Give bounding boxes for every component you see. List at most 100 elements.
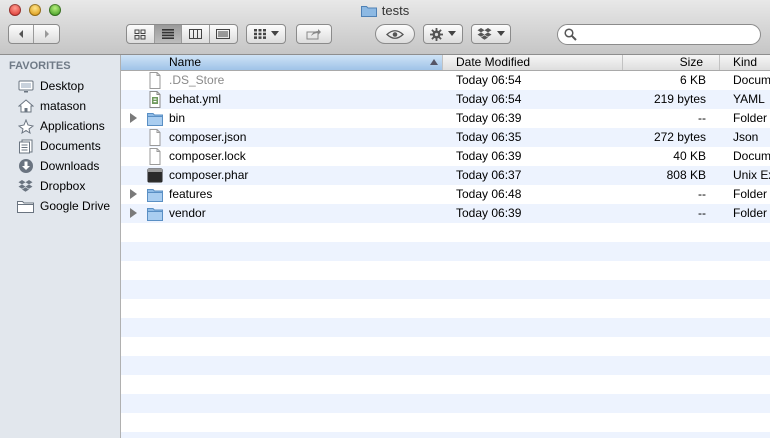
file-size: -- — [698, 187, 706, 201]
document-icon — [149, 148, 161, 165]
chevron-left-icon — [19, 30, 23, 38]
file-row[interactable]: vendor Today 06:39 -- Folder — [121, 204, 770, 223]
folder-icon — [147, 113, 163, 126]
column-header-label: Size — [679, 55, 703, 69]
file-kind: Document — [733, 149, 770, 163]
empty-row — [121, 413, 770, 432]
arrange-grid-icon — [253, 29, 266, 39]
file-kind: Folder — [733, 187, 768, 201]
chevron-down-icon — [270, 31, 279, 36]
empty-row — [121, 223, 770, 242]
disclosure-triangle-icon[interactable] — [130, 208, 137, 218]
file-row[interactable]: bin Today 06:39 -- Folder — [121, 109, 770, 128]
disclosure-triangle-icon[interactable] — [130, 113, 137, 123]
sidebar-item-applications[interactable]: Applications — [17, 116, 120, 136]
file-size: -- — [698, 206, 706, 220]
window-title: tests — [0, 3, 770, 18]
column-header-label: Kind — [733, 55, 758, 69]
sidebar-item-downloads[interactable]: Downloads — [17, 156, 120, 176]
sidebar-heading: FAVORITES — [9, 60, 71, 72]
file-date-modified: Today 06:35 — [456, 130, 522, 144]
file-date-modified: Today 06:39 — [456, 206, 522, 220]
share-button[interactable] — [296, 24, 332, 44]
file-name: behat.yml — [169, 92, 222, 106]
list-view-icon — [161, 29, 174, 39]
column-header-date-modified[interactable]: Date Modified — [443, 55, 623, 70]
sidebar: FAVORITES Desktop matason Applications D… — [0, 55, 121, 438]
file-name: .DS_Store — [169, 73, 225, 87]
sidebar-item-desktop[interactable]: Desktop — [17, 76, 120, 96]
file-kind: Document — [733, 73, 770, 87]
chevron-down-icon — [448, 31, 456, 36]
file-size: 808 KB — [666, 168, 706, 182]
coverflow-view-icon — [216, 29, 231, 39]
file-row[interactable]: .DS_Store Today 06:54 6 KB Document — [121, 71, 770, 90]
file-kind: Folder — [733, 111, 768, 125]
column-header-name[interactable]: Name — [121, 55, 443, 70]
sidebar-item-documents[interactable]: Documents — [17, 136, 120, 156]
yaml-file-icon — [149, 91, 161, 108]
quicklook-button[interactable] — [375, 24, 415, 44]
arrange-button[interactable] — [246, 24, 286, 44]
empty-row — [121, 375, 770, 394]
file-kind: Folder — [733, 206, 768, 220]
file-date-modified: Today 06:54 — [456, 92, 522, 106]
empty-row — [121, 318, 770, 337]
file-name: composer.json — [169, 130, 247, 144]
sidebar-item-label: Downloads — [40, 159, 100, 173]
file-kind: YAML — [733, 92, 765, 106]
file-name: features — [169, 187, 213, 201]
disclosure-triangle-icon[interactable] — [130, 189, 137, 199]
sidebar-item-label: Documents — [40, 139, 101, 153]
list-view-button[interactable] — [154, 25, 182, 43]
search-field[interactable] — [557, 24, 761, 45]
dropbox-button[interactable] — [471, 24, 511, 44]
file-size: -- — [698, 111, 706, 125]
downloads-icon — [17, 158, 34, 174]
sidebar-item-label: Google Drive — [40, 199, 111, 213]
empty-row — [121, 394, 770, 413]
file-date-modified: Today 06:48 — [456, 187, 522, 201]
file-row[interactable]: composer.json Today 06:35 272 bytes Json — [121, 128, 770, 147]
column-view-icon — [188, 29, 202, 39]
dropbox-icon — [17, 178, 34, 194]
window-toolbar: tests — [0, 0, 770, 55]
file-date-modified: Today 06:39 — [456, 111, 522, 125]
file-kind: Json — [733, 130, 759, 144]
file-row[interactable]: behat.yml Today 06:54 219 bytes YAML — [121, 90, 770, 109]
column-header-size[interactable]: Size — [623, 55, 720, 70]
sidebar-item-matason[interactable]: matason — [17, 96, 120, 116]
folder-icon — [17, 198, 34, 214]
home-icon — [17, 98, 34, 114]
empty-row — [121, 242, 770, 261]
back-button[interactable] — [9, 25, 35, 43]
back-forward-control — [8, 24, 60, 44]
icon-view-button[interactable] — [127, 25, 155, 43]
sidebar-item-label: Dropbox — [40, 179, 86, 193]
documents-icon — [17, 138, 34, 154]
file-row[interactable]: composer.phar Today 06:37 808 KB Unix Execu… — [121, 166, 770, 185]
applications-icon — [17, 118, 34, 134]
file-date-modified: Today 06:39 — [456, 149, 522, 163]
sidebar-item-dropbox[interactable]: Dropbox — [17, 176, 120, 196]
file-name: vendor — [169, 206, 206, 220]
empty-row — [121, 356, 770, 375]
empty-row — [121, 432, 770, 438]
chevron-right-icon — [44, 30, 49, 38]
file-row[interactable]: composer.lock Today 06:39 40 KB Document — [121, 147, 770, 166]
file-row[interactable]: features Today 06:48 -- Folder — [121, 185, 770, 204]
column-header-label: Date Modified — [456, 55, 531, 69]
folder-icon — [147, 208, 163, 221]
coverflow-view-button[interactable] — [210, 25, 237, 43]
sidebar-item-label: matason — [40, 99, 87, 113]
search-input[interactable] — [580, 27, 759, 44]
action-button[interactable] — [423, 24, 463, 44]
desktop-icon — [17, 78, 34, 94]
forward-button[interactable] — [34, 25, 59, 43]
sidebar-item-google-drive[interactable]: Google Drive — [17, 196, 120, 216]
column-view-button[interactable] — [182, 25, 210, 43]
column-header-kind[interactable]: Kind — [720, 55, 770, 70]
sort-ascending-icon — [430, 59, 438, 65]
document-icon — [149, 72, 161, 89]
document-icon — [149, 129, 161, 146]
